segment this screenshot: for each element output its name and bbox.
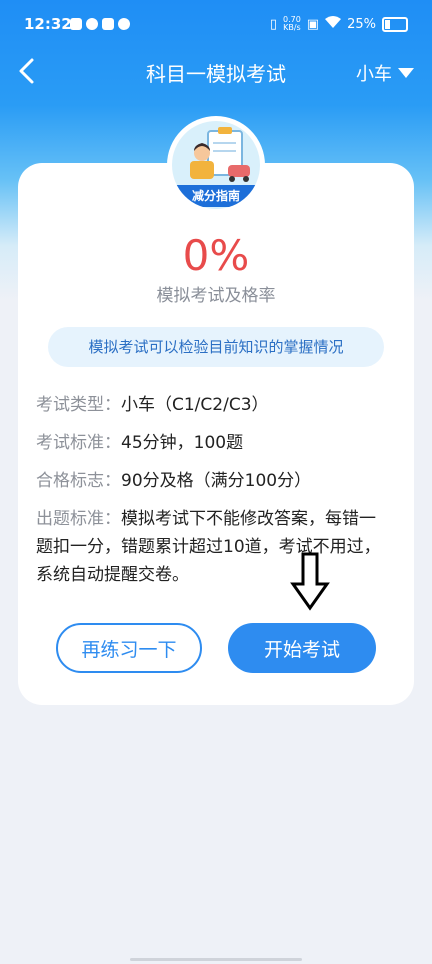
notification-icons xyxy=(70,18,130,30)
dropdown-arrow-icon xyxy=(398,68,414,78)
exam-info-card: 0% 模拟考试及格率 模拟考试可以检验目前知识的掌握情况 考试类型：小车（C1/… xyxy=(18,163,414,705)
nav-bar: 科目一模拟考试 小车 xyxy=(0,50,432,94)
car-type-label: 小车 xyxy=(356,64,392,85)
app-icon xyxy=(102,18,114,30)
wifi-icon xyxy=(325,16,342,32)
car-type-selector[interactable]: 小车 xyxy=(356,60,414,86)
guide-badge[interactable]: 减分指南 xyxy=(167,116,265,214)
guide-badge-label: 减分指南 xyxy=(172,185,260,207)
practice-again-button[interactable]: 再练习一下 xyxy=(56,623,202,673)
check-icon xyxy=(86,18,98,30)
net-speed: 0.70 KB/s xyxy=(282,15,301,32)
status-time: 12:32 xyxy=(24,15,72,33)
start-exam-button[interactable]: 开始考试 xyxy=(228,623,376,673)
tip-banner: 模拟考试可以检验目前知识的掌握情况 xyxy=(48,327,384,367)
exam-standard-row: 考试标准：45分钟，100题 xyxy=(36,433,244,453)
pass-rate-value: 0% xyxy=(182,231,250,280)
exam-type-row: 考试类型：小车（C1/C2/C3） xyxy=(36,395,269,415)
guide-illustration: 减分指南 xyxy=(172,121,260,209)
notification-icon xyxy=(70,18,82,30)
vibrate-icon: ▯ xyxy=(269,16,277,32)
pass-mark-row: 合格标志：90分及格（满分100分） xyxy=(36,471,312,491)
home-indicator xyxy=(130,958,302,961)
battery-icon xyxy=(382,16,408,32)
status-right: ▯ 0.70 KB/s ▣ 25% xyxy=(270,16,408,32)
exam-rule-row: 出题标准：模拟考试下不能修改答案，每错一题扣一分，错题累计超过10道，考试不用过… xyxy=(36,509,381,585)
no-sim-icon: ▣ xyxy=(306,16,320,32)
pass-rate-label: 模拟考试及格率 xyxy=(156,286,276,306)
status-bar: 12:32 ▯ 0.70 KB/s ▣ 25% xyxy=(0,0,432,50)
down-arrow-icon xyxy=(290,552,330,611)
battery-percent: 25% xyxy=(347,16,376,32)
chat-icon xyxy=(118,18,130,30)
